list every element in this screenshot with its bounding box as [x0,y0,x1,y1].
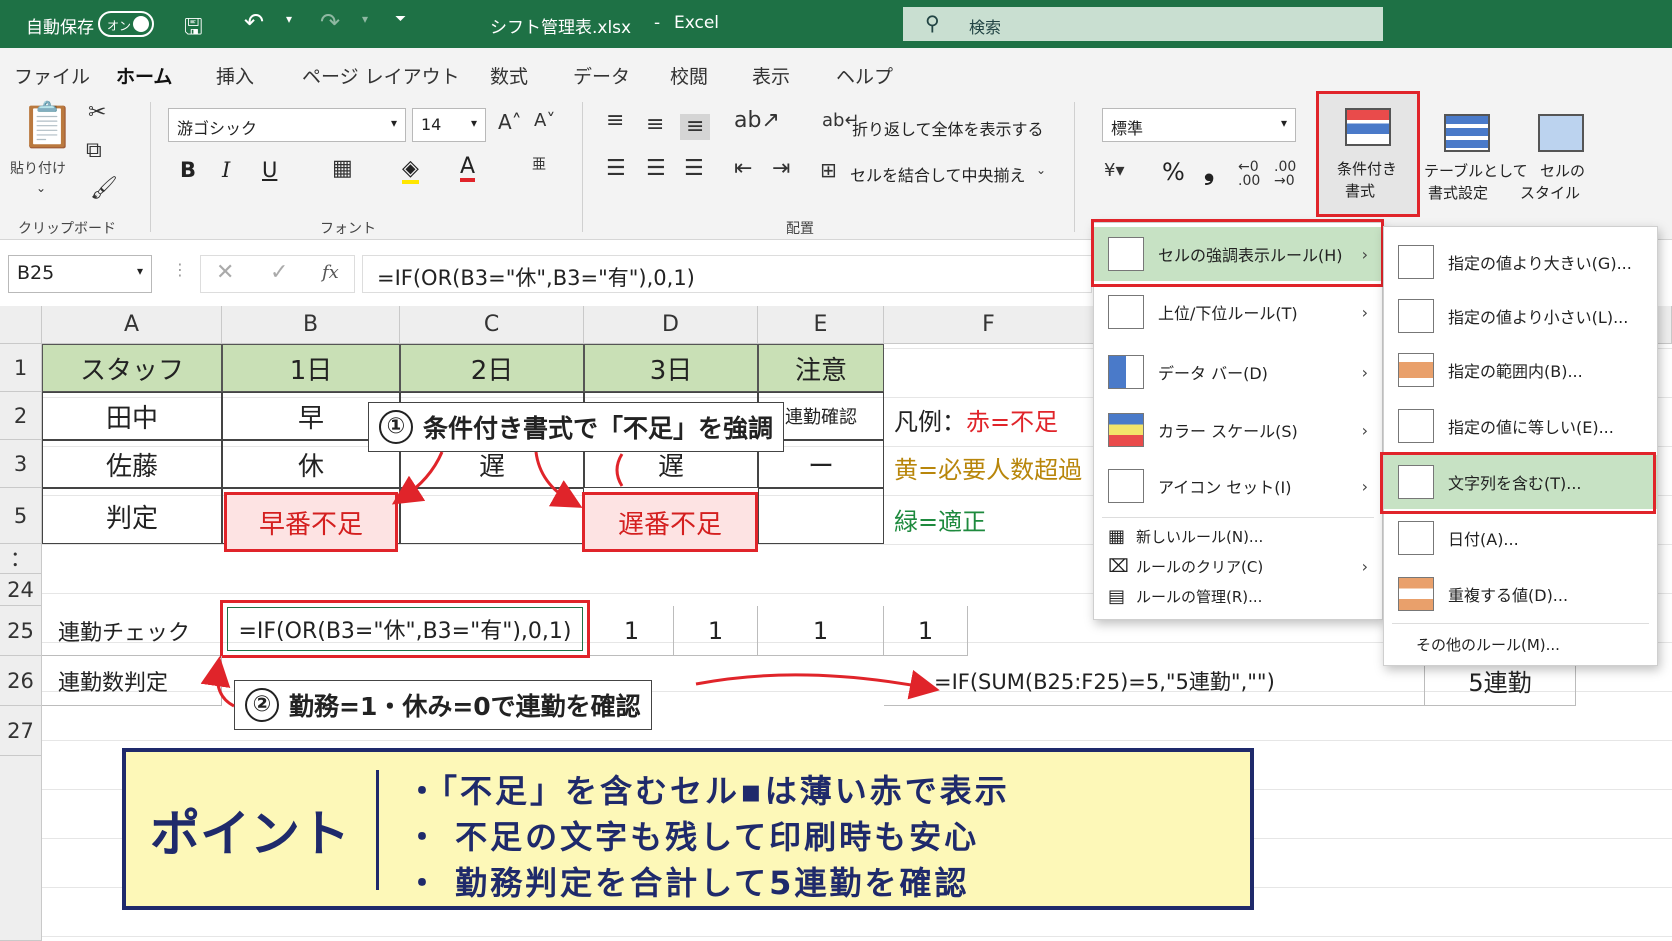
menu1-label-4: アイコン セット(I) [1158,478,1292,497]
point-bullet-1: ・「不足」を含むセル▪は薄い赤で表示 [406,772,1010,810]
menu-data-bars[interactable]: データ バー(D) › [1094,345,1382,399]
manage-rules-icon: ▤ [1108,585,1126,607]
menu1-label-5: 新しいルール(N)... [1136,527,1264,546]
text-contains-icon [1398,465,1434,499]
menu-less-than[interactable]: 指定の値より小さい(L)... [1384,289,1657,343]
menu1-label-6: ルールのクリア(C) [1136,557,1264,576]
menu1-label-1: 上位/下位ルール(T) [1158,304,1298,323]
chevron-right-icon: › [1361,476,1368,496]
between-icon [1398,353,1434,387]
menu-greater-than[interactable]: 指定の値より大きい(G)... [1384,235,1657,289]
menu-top-bottom-rules[interactable]: 上位/下位ルール(T) › [1094,285,1382,339]
point-bullet-2: ・ 不足の文字も残して印刷時も安心 [406,818,980,856]
date-icon [1398,521,1434,555]
menu-date-occurring[interactable]: 日付(A)... [1384,511,1657,565]
duplicate-icon [1398,577,1434,611]
chevron-right-icon: › [1361,362,1368,382]
chevron-right-icon: › [1361,302,1368,322]
menu2-label-3: 指定の値に等しい(E)... [1448,418,1614,437]
top-bottom-icon [1108,295,1144,329]
point-title: ポイント [150,805,350,863]
menu-between[interactable]: 指定の範囲内(B)... [1384,343,1657,397]
menu1-label-2: データ バー(D) [1158,364,1268,383]
menu-more-rules[interactable]: その他のルール(M)... [1384,625,1657,663]
less-than-icon [1398,299,1434,333]
greater-than-icon [1398,245,1434,279]
highlight-rules-submenu: 指定の値より大きい(G)... 指定の値より小さい(L)... 指定の範囲内(B… [1383,226,1658,666]
menu1-label-3: カラー スケール(S) [1158,422,1298,441]
menu1-label-7: ルールの管理(R)... [1136,587,1263,606]
menu2-label-6: 重複する値(D)... [1448,586,1569,605]
menu1-label-0: セルの強調表示ルール(H) [1158,246,1343,265]
menu2-label-7: その他のルール(M)... [1416,635,1560,654]
highlight-rules-icon [1108,237,1144,271]
menu2-label-1: 指定の値より小さい(L)... [1448,308,1629,327]
chevron-right-icon: › [1361,556,1368,576]
data-bars-icon [1108,355,1144,389]
point-divider [376,770,379,890]
menu-duplicate-values[interactable]: 重複する値(D)... [1384,567,1657,621]
menu-new-rule[interactable]: ▦ 新しいルール(N)... [1094,519,1382,553]
equal-to-icon [1398,409,1434,443]
menu-equal-to[interactable]: 指定の値に等しい(E)... [1384,399,1657,453]
icon-sets-icon [1108,469,1144,503]
point-box: ポイント ・「不足」を含むセル▪は薄い赤で表示 ・ 不足の文字も残して印刷時も安… [122,748,1254,910]
menu2-label-4: 文字列を含む(T)... [1448,474,1582,493]
menu2-label-2: 指定の範囲内(B)... [1448,362,1583,381]
menu-clear-rules[interactable]: ⌧ ルールのクリア(C) › [1094,549,1382,583]
menu-highlight-cells-rules[interactable]: セルの強調表示ルール(H) › [1094,227,1382,281]
clear-rules-icon: ⌧ [1108,555,1129,577]
point-bullet-3: ・ 勤務判定を合計して5連勤を確認 [406,864,970,902]
menu-text-contains[interactable]: 文字列を含む(T)... [1384,455,1657,509]
menu2-label-5: 日付(A)... [1448,530,1519,549]
color-scales-icon [1108,413,1144,447]
menu-icon-sets[interactable]: アイコン セット(I) › [1094,459,1382,513]
menu-color-scales[interactable]: カラー スケール(S) › [1094,403,1382,457]
chevron-right-icon: › [1361,420,1368,440]
chevron-right-icon: › [1361,244,1368,264]
menu2-label-0: 指定の値より大きい(G)... [1448,254,1632,273]
menu-manage-rules[interactable]: ▤ ルールの管理(R)... [1094,579,1382,613]
new-rule-icon: ▦ [1108,525,1126,547]
conditional-formatting-menu: セルの強調表示ルール(H) › 上位/下位ルール(T) › データ バー(D) › カ… [1093,222,1383,620]
